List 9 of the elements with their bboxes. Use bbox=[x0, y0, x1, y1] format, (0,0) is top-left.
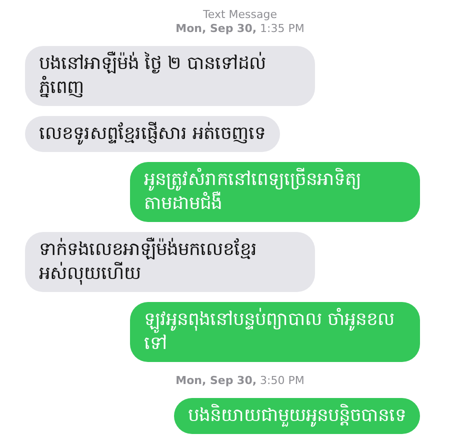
conversation-type-label: Text Message bbox=[203, 8, 277, 22]
sent-message-bubble: អូនត្រូវសំរាកនៅពេទ្យច្រើនអាទិត្យ តាមដាមជំងឺ bbox=[130, 162, 420, 222]
sent-message-bubble: ឡូវអូនពុងនៅបន្ទប់ព្យាបាល ចាំអូនខលទៅ bbox=[130, 302, 420, 362]
timestamp: Mon, Sep 30, 1:35 PM bbox=[176, 22, 304, 36]
received-message-bubble: ទាក់ទងលេខអាឡឺម៉ង់មកលេខខ្មែរអស់លុយហើយ bbox=[25, 232, 315, 292]
timestamp: Mon, Sep 30, 3:50 PM bbox=[176, 374, 304, 388]
received-message-bubble: លេខទូរសព្ទខ្មែរផ្ញើសារ អត់ចេញទេ bbox=[25, 116, 280, 152]
received-message-bubble: បងនៅអាឡឺម៉ង់ ថ្ងៃ ២ បានទៅដល់ភ្នំពេញ bbox=[25, 46, 315, 106]
sent-message-bubble: បងនិយាយជាមួយអូនបន្តិចបានទេ bbox=[174, 398, 420, 434]
